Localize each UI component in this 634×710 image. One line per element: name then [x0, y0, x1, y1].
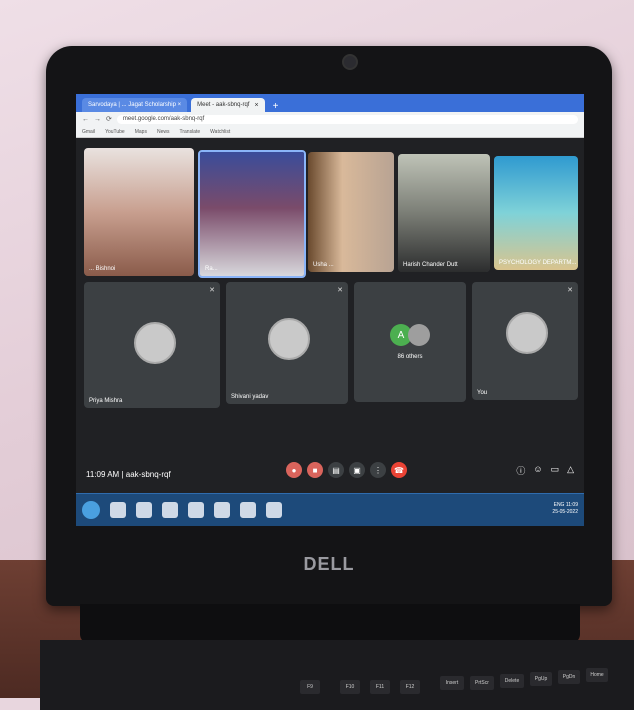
- mic-off-icon: ✕: [567, 287, 573, 294]
- bookmark-item[interactable]: Gmail: [82, 129, 95, 135]
- participant-name: Shivani yadav: [231, 394, 269, 400]
- key[interactable]: PgDn: [558, 670, 580, 684]
- meeting-time: 11:09 AM: [86, 469, 120, 479]
- key[interactable]: PrtScr: [470, 676, 494, 690]
- browser-tab[interactable]: Sarvodaya | ... Jagat Scholarship ×: [82, 98, 188, 112]
- activities-icon[interactable]: △: [567, 464, 574, 477]
- app-icon[interactable]: [214, 502, 230, 518]
- people-icon[interactable]: ☺: [533, 464, 542, 477]
- chrome-icon[interactable]: [266, 502, 282, 518]
- key[interactable]: Insert: [440, 676, 464, 690]
- call-controls: ● ■ ▤ ▣ ⋮ ☎: [286, 462, 407, 478]
- others-tile[interactable]: A 86 others: [354, 282, 466, 402]
- participant-video: [308, 152, 394, 272]
- system-tray: ENG 11:09 25-05-2022: [552, 502, 578, 516]
- media-icon[interactable]: [136, 502, 152, 518]
- avatar: [134, 322, 176, 364]
- avatar: [268, 318, 310, 360]
- close-icon[interactable]: ×: [254, 102, 258, 109]
- participant-name: ... Bishnoi: [89, 266, 116, 272]
- meeting-code: aak-sbnq-rqf: [125, 469, 171, 479]
- others-avatars: A: [390, 324, 430, 346]
- participant-tile[interactable]: ✕ Shivani yadav: [226, 282, 348, 404]
- avatar: [506, 312, 548, 354]
- laptop-hinge: [80, 604, 580, 644]
- present-button[interactable]: ▣: [349, 462, 365, 478]
- tray-clock[interactable]: 11:09: [566, 502, 578, 508]
- tab-label: Meet - aak-sbnq-rqf: [197, 102, 250, 108]
- participant-video: [84, 148, 194, 276]
- meeting-info: 11:09 AM | aak-sbnq-rqf: [86, 470, 171, 479]
- key[interactable]: F11: [370, 680, 390, 694]
- reload-icon[interactable]: ⟳: [106, 115, 112, 123]
- browser-tab-active[interactable]: Meet - aak-sbnq-rqf ×: [191, 98, 265, 112]
- participant-tile[interactable]: Harish Chander Dutt: [398, 154, 490, 272]
- start-button[interactable]: [82, 501, 100, 519]
- participant-tile[interactable]: PSYCHOLOGY DEPARTM...: [494, 156, 578, 270]
- participant-name: PSYCHOLOGY DEPARTM...: [499, 260, 577, 266]
- meet-control-bar: 11:09 AM | aak-sbnq-rqf ● ■ ▤ ▣ ⋮ ☎ ⓘ ☺ …: [76, 454, 584, 494]
- separator: |: [121, 469, 124, 479]
- participant-name: Usha ...: [313, 262, 334, 268]
- bookmark-item[interactable]: Translate: [179, 129, 200, 135]
- participant-video: [398, 154, 490, 272]
- windows-taskbar: ENG 11:09 25-05-2022: [76, 493, 584, 526]
- side-panel-icons: ⓘ ☺ ▭ △: [516, 464, 574, 477]
- laptop-lid: Sarvodaya | ... Jagat Scholarship × Meet…: [46, 46, 612, 606]
- new-tab-icon[interactable]: +: [269, 101, 283, 112]
- mic-off-icon: ✕: [209, 287, 215, 294]
- key[interactable]: PgUp: [530, 672, 552, 686]
- explorer-icon[interactable]: [110, 502, 126, 518]
- bookmark-item[interactable]: News: [157, 129, 170, 135]
- shield-icon[interactable]: [240, 502, 256, 518]
- url-bar[interactable]: meet.google.com/aak-sbnq-rqf: [116, 114, 578, 124]
- back-icon[interactable]: ←: [82, 116, 89, 123]
- files-icon[interactable]: [162, 502, 178, 518]
- tray-date: 25-05-2022: [552, 509, 578, 515]
- address-row: ← → ⟳ meet.google.com/aak-sbnq-rqf: [76, 112, 584, 126]
- meet-call-area: ... Bishnoi Ra... Usha ... Harish Chande…: [76, 138, 584, 494]
- key[interactable]: F10: [340, 680, 360, 694]
- self-tile[interactable]: ✕ You: [472, 282, 578, 400]
- participant-name: Priya Mishra: [89, 398, 123, 404]
- participant-tile[interactable]: Usha ...: [308, 152, 394, 272]
- info-icon[interactable]: ⓘ: [516, 464, 525, 477]
- participant-name: Ra...: [205, 266, 218, 272]
- avatar: [408, 324, 430, 346]
- webcam-icon: [342, 54, 358, 70]
- key[interactable]: Delete: [500, 674, 524, 688]
- more-options-icon[interactable]: ⋮: [370, 462, 386, 478]
- browser-tabstrip: Sarvodaya | ... Jagat Scholarship × Meet…: [76, 94, 584, 112]
- key[interactable]: Home: [586, 668, 608, 682]
- camera-toggle-button[interactable]: ■: [307, 462, 323, 478]
- participant-video: [200, 152, 304, 276]
- language-indicator[interactable]: ENG: [554, 502, 565, 508]
- chat-icon[interactable]: ▭: [551, 464, 560, 477]
- bookmark-item[interactable]: YouTube: [105, 129, 125, 135]
- participant-name: Harish Chander Dutt: [403, 262, 458, 268]
- participant-name: You: [477, 390, 488, 396]
- others-count: 86 others: [397, 354, 423, 360]
- bookmark-item[interactable]: Watchlist: [210, 129, 230, 135]
- laptop-screen: Sarvodaya | ... Jagat Scholarship × Meet…: [76, 94, 584, 526]
- bookmarks-bar: Gmail YouTube Maps News Translate Watchl…: [76, 126, 584, 138]
- tab-label: Sarvodaya | ... Jagat Scholarship ×: [88, 102, 182, 108]
- forward-icon[interactable]: →: [94, 116, 101, 123]
- mic-off-icon: ✕: [337, 287, 343, 294]
- participant-tile-speaking[interactable]: Ra...: [198, 150, 306, 278]
- participant-video: [494, 156, 578, 270]
- captions-button[interactable]: ▤: [328, 462, 344, 478]
- key[interactable]: F12: [400, 680, 420, 694]
- participant-tile[interactable]: ... Bishnoi: [84, 148, 194, 276]
- bookmark-item[interactable]: Maps: [135, 129, 147, 135]
- app-icon[interactable]: [188, 502, 204, 518]
- dell-logo: DELL: [303, 554, 355, 574]
- laptop-keyboard: F9 F10 F11 F12 Insert PrtScr Delete PgUp…: [40, 640, 634, 710]
- key[interactable]: F9: [300, 680, 320, 694]
- participant-tile[interactable]: ✕ Priya Mishra: [84, 282, 220, 408]
- end-call-button[interactable]: ☎: [391, 462, 407, 478]
- mic-toggle-button[interactable]: ●: [286, 462, 302, 478]
